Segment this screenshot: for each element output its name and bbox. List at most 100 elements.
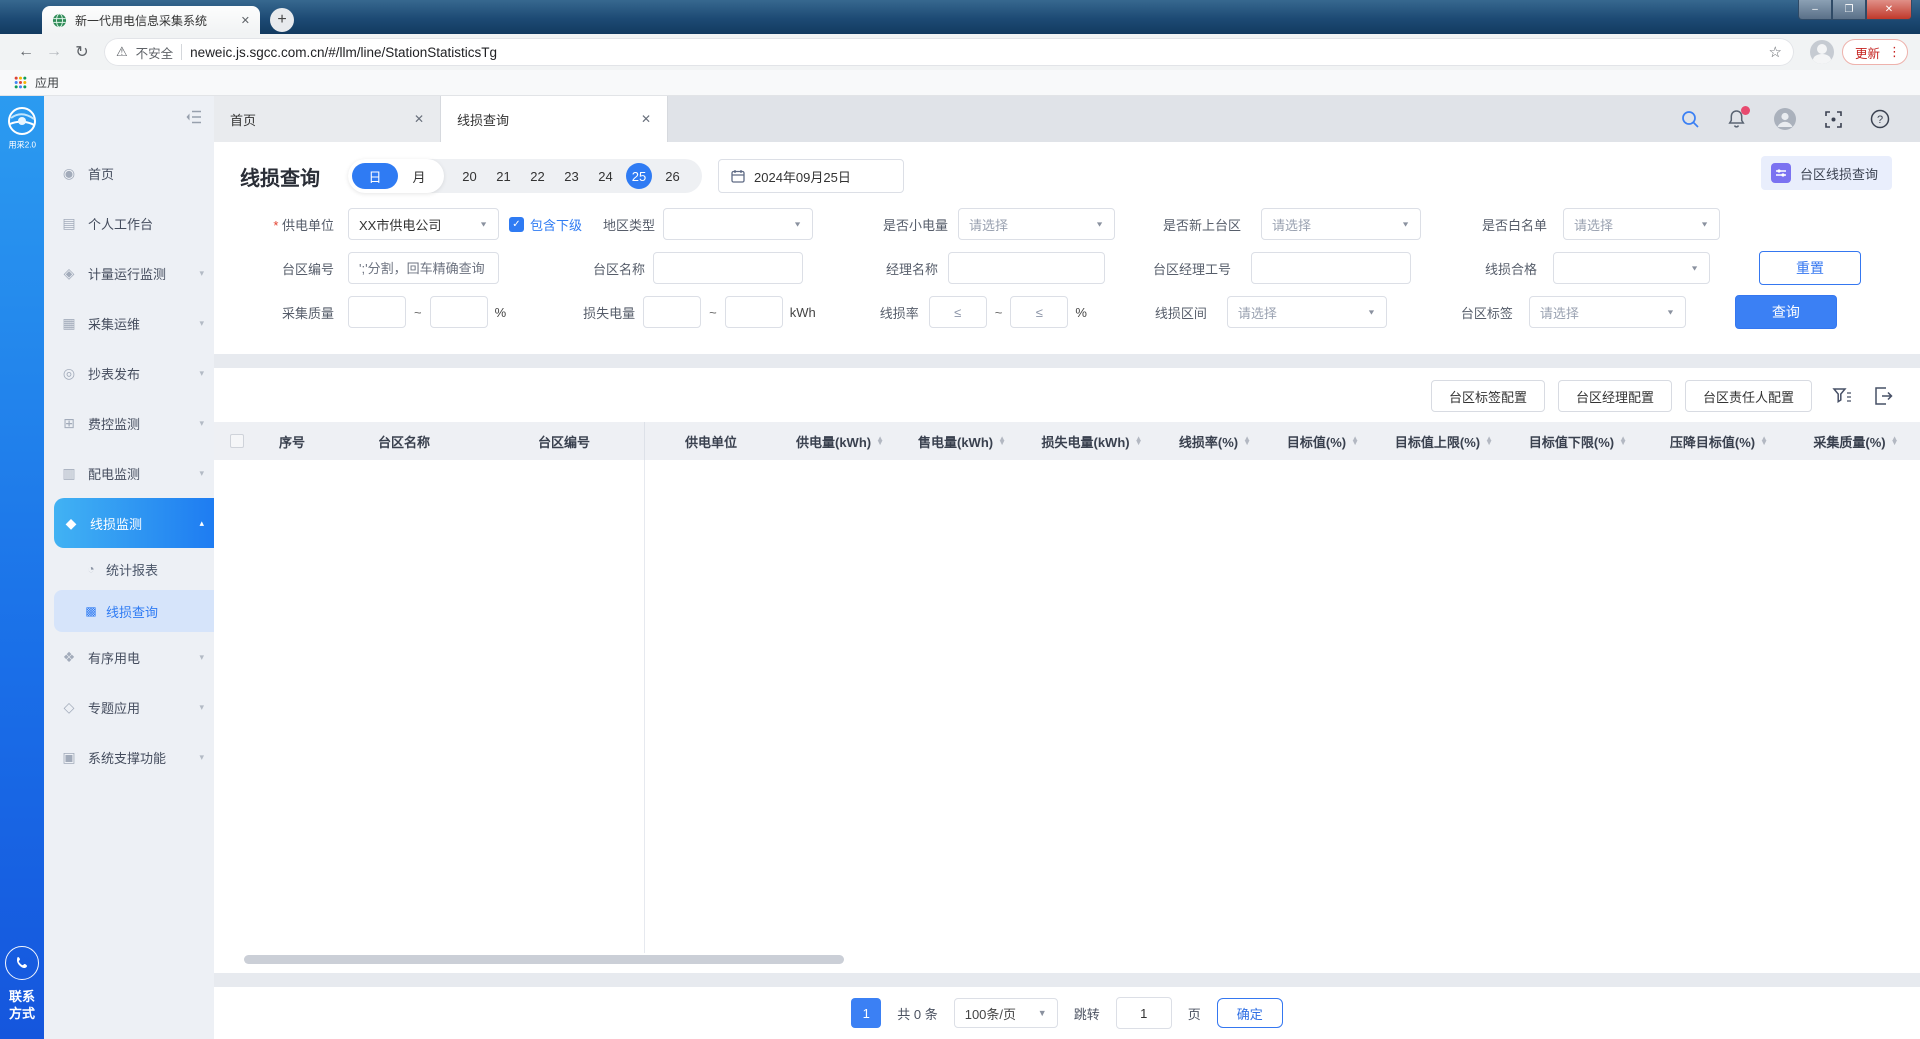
url-text[interactable]: neweic.js.sgcc.com.cn/#/llm/line/Station…: [190, 45, 497, 60]
toggle-month[interactable]: 月: [398, 163, 440, 189]
sidebar-item-distribution-monitor[interactable]: ▥ 配电监测 ▾: [44, 448, 214, 498]
sidebar-item-line-loss-monitor[interactable]: ◆ 线损监测 ▴: [54, 498, 214, 548]
date-option-selected[interactable]: 25: [626, 163, 652, 189]
sort-icon[interactable]: ▲▼: [1351, 437, 1359, 446]
forward-icon[interactable]: →: [40, 38, 68, 66]
quality-max-input[interactable]: [430, 296, 488, 328]
contact-widget[interactable]: 联系 方式: [5, 946, 39, 1023]
loss-range-select[interactable]: 请选择 ▼: [1227, 296, 1387, 328]
loss-rate-max-input[interactable]: ≤: [1010, 296, 1068, 328]
browser-menu-kebab-icon[interactable]: ⋮: [1888, 44, 1901, 60]
sidebar-item-system-support[interactable]: ▣ 系统支撑功能 ▾: [44, 732, 214, 782]
menu-fold-icon[interactable]: [185, 110, 202, 124]
jump-page-input[interactable]: [1116, 997, 1172, 1029]
page-size-select[interactable]: 100条/页 ▼: [954, 998, 1058, 1028]
sort-icon[interactable]: ▲▼: [876, 437, 884, 446]
date-option[interactable]: 23: [558, 163, 585, 189]
close-icon[interactable]: ✕: [414, 112, 424, 126]
column-header-loss-rate[interactable]: 线损率(%)▲▼: [1162, 432, 1268, 451]
search-icon[interactable]: [1681, 110, 1700, 129]
column-header-loss-kwh[interactable]: 损失电量(kWh)▲▼: [1022, 432, 1162, 451]
sidebar-item-metering-monitor[interactable]: ◈ 计量运行监测 ▾: [44, 248, 214, 298]
page-tab-home[interactable]: 首页 ✕: [214, 96, 441, 142]
sidebar-item-special-apps[interactable]: ◇ 专题应用 ▾: [44, 682, 214, 732]
loss-power-min-input[interactable]: [643, 296, 701, 328]
apps-grid-icon[interactable]: [14, 76, 27, 89]
page-number-button[interactable]: 1: [851, 998, 881, 1028]
reload-icon[interactable]: ↻: [68, 38, 96, 66]
sidebar-item-workbench[interactable]: ▤ 个人工作台: [44, 198, 214, 248]
user-avatar-icon[interactable]: [1773, 107, 1797, 131]
window-maximize-button[interactable]: ❐: [1832, 0, 1866, 20]
horizontal-scrollbar[interactable]: [214, 953, 1920, 965]
close-icon[interactable]: ✕: [641, 112, 651, 126]
sort-icon[interactable]: ▲▼: [1135, 437, 1143, 446]
address-bar[interactable]: ⚠ 不安全 neweic.js.sgcc.com.cn/#/llm/line/S…: [104, 38, 1794, 66]
page-tab-line-loss-query[interactable]: 线损查询 ✕: [441, 96, 668, 142]
phone-icon[interactable]: [5, 946, 39, 980]
station-name-input[interactable]: [653, 252, 803, 284]
window-close-button[interactable]: ✕: [1866, 0, 1912, 20]
sidebar-subitem-statistics-report[interactable]: ◔ 统计报表: [44, 548, 214, 590]
sidebar-item-meter-reading[interactable]: ◎ 抄表发布 ▾: [44, 348, 214, 398]
drawer-badge-station-line-loss[interactable]: 台区线损查询: [1761, 156, 1892, 190]
new-station-select[interactable]: 请选择 ▼: [1261, 208, 1421, 240]
help-icon[interactable]: ?: [1870, 109, 1890, 129]
browser-profile-icon[interactable]: [1810, 40, 1834, 64]
manager-name-input[interactable]: [948, 252, 1105, 284]
sort-icon[interactable]: ▲▼: [1760, 437, 1768, 446]
filter-funnel-icon[interactable]: [1831, 385, 1853, 407]
sort-icon[interactable]: ▲▼: [1891, 437, 1899, 446]
include-sub-checkbox[interactable]: ✓ 包含下级: [509, 215, 589, 234]
station-owner-config-button[interactable]: 台区责任人配置: [1685, 380, 1812, 412]
manager-id-input[interactable]: [1251, 252, 1411, 284]
bookmark-star-icon[interactable]: ☆: [1769, 43, 1782, 61]
fullscreen-icon[interactable]: [1824, 110, 1843, 129]
back-icon[interactable]: ←: [12, 38, 40, 66]
region-type-select[interactable]: ▼: [663, 208, 813, 240]
sidebar-item-fee-control[interactable]: ⊞ 费控监测 ▾: [44, 398, 214, 448]
select-all-checkbox[interactable]: [214, 434, 260, 448]
small-power-select[interactable]: 请选择 ▼: [958, 208, 1115, 240]
column-header-collect-quality[interactable]: 采集质量(%)▲▼: [1792, 432, 1920, 451]
date-option[interactable]: 26: [659, 163, 686, 189]
reset-button[interactable]: 重置: [1759, 251, 1861, 285]
confirm-button[interactable]: 确定: [1217, 998, 1283, 1028]
browser-tab[interactable]: 新一代用电信息采集系统 ✕: [42, 6, 260, 34]
loss-ok-select[interactable]: ▼: [1553, 252, 1710, 284]
sort-icon[interactable]: ▲▼: [1243, 437, 1251, 446]
sidebar-subitem-line-loss-query[interactable]: ▩ 线损查询: [54, 590, 214, 632]
window-minimize-button[interactable]: –: [1798, 0, 1832, 20]
column-header-reduce-target[interactable]: 压降目标值(%)▲▼: [1646, 432, 1792, 451]
date-option[interactable]: 21: [490, 163, 517, 189]
column-header-target[interactable]: 目标值(%)▲▼: [1268, 432, 1378, 451]
apps-bookmark[interactable]: 应用: [35, 74, 59, 91]
station-tag-config-button[interactable]: 台区标签配置: [1431, 380, 1545, 412]
station-no-input[interactable]: [348, 252, 499, 284]
notification-bell-icon[interactable]: [1727, 109, 1746, 129]
column-header-supply-kwh[interactable]: 供电量(kWh)▲▼: [778, 432, 902, 451]
loss-rate-min-input[interactable]: ≤: [929, 296, 987, 328]
date-option[interactable]: 20: [456, 163, 483, 189]
station-tag-select[interactable]: 请选择 ▼: [1529, 296, 1686, 328]
toggle-day[interactable]: 日: [352, 163, 398, 189]
column-header-sold-kwh[interactable]: 售电量(kWh)▲▼: [902, 432, 1022, 451]
loss-power-max-input[interactable]: [725, 296, 783, 328]
whitelist-select[interactable]: 请选择 ▼: [1563, 208, 1720, 240]
sidebar-item-home[interactable]: ◉ 首页: [44, 148, 214, 198]
date-option[interactable]: 24: [592, 163, 619, 189]
checkbox-checked-icon[interactable]: ✓: [509, 217, 524, 232]
sort-icon[interactable]: ▲▼: [1485, 437, 1493, 446]
sidebar-item-collection-ops[interactable]: ▦ 采集运维 ▾: [44, 298, 214, 348]
sidebar-item-orderly-power[interactable]: ❖ 有序用电 ▾: [44, 632, 214, 682]
scrollbar-thumb[interactable]: [244, 955, 844, 964]
browser-tab-close-icon[interactable]: ✕: [241, 14, 250, 27]
quality-min-input[interactable]: [348, 296, 406, 328]
column-header-target-upper[interactable]: 目标值上限(%)▲▼: [1378, 432, 1510, 451]
column-header-target-lower[interactable]: 目标值下限(%)▲▼: [1510, 432, 1646, 451]
export-icon[interactable]: [1872, 385, 1894, 407]
station-manager-config-button[interactable]: 台区经理配置: [1558, 380, 1672, 412]
date-option[interactable]: 22: [524, 163, 551, 189]
new-tab-button[interactable]: +: [270, 8, 294, 32]
browser-update-button[interactable]: 更新 ⋮: [1842, 39, 1908, 65]
